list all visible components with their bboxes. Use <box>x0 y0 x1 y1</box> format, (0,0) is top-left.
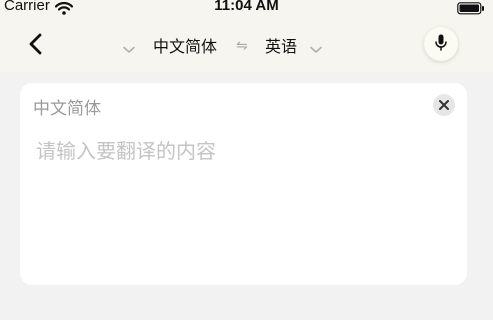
header-area: Carrier 11:04 AM 中文简体 ⇋ 英语 <box>0 0 493 72</box>
translation-text-input[interactable] <box>36 135 451 265</box>
nav-bar: 中文简体 ⇋ 英语 <box>0 26 493 62</box>
target-language-selector[interactable]: 英语 <box>265 33 297 57</box>
close-icon <box>439 100 449 110</box>
status-bar: Carrier 11:04 AM <box>0 0 493 16</box>
source-language-selector[interactable]: 中文简体 <box>153 33 217 57</box>
back-button[interactable] <box>26 32 46 56</box>
chevron-left-icon <box>29 33 42 55</box>
source-chevron-down-icon[interactable] <box>123 39 135 58</box>
status-time: 11:04 AM <box>214 0 279 14</box>
battery-icon <box>457 0 485 19</box>
swap-languages-icon[interactable]: ⇋ <box>236 38 248 54</box>
target-chevron-down-icon[interactable] <box>310 39 322 58</box>
clear-button[interactable] <box>433 94 455 116</box>
translation-input-card: 中文简体 <box>20 83 467 285</box>
microphone-button[interactable] <box>424 27 458 61</box>
microphone-icon <box>435 34 447 51</box>
input-language-label: 中文简体 <box>33 99 101 119</box>
